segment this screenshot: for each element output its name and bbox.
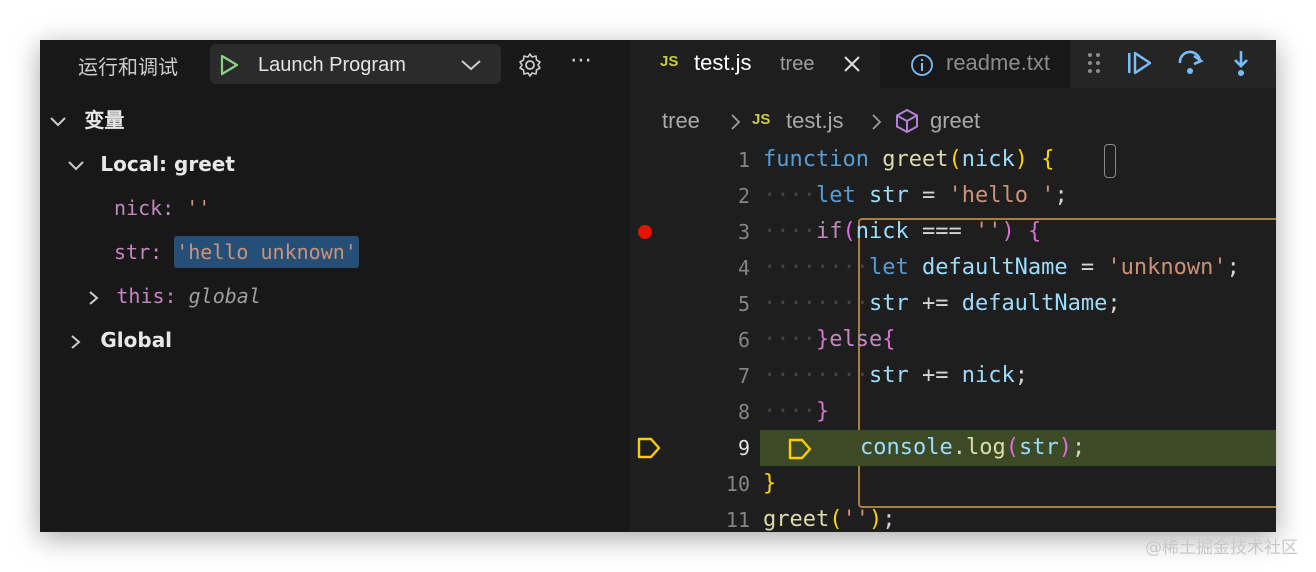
variable-name: this [116, 284, 165, 308]
breadcrumb: tree JS test.js greet [630, 102, 1276, 138]
tab-description: tree [780, 53, 815, 75]
line-number: 9 [737, 436, 750, 460]
variable-name: nick [114, 196, 163, 220]
code-text: } [763, 471, 777, 496]
code-text: ····}else{ [763, 327, 896, 352]
scope-local[interactable]: Local: greet [66, 146, 235, 182]
line-number: 5 [737, 292, 750, 316]
chevron-right-icon [71, 334, 81, 349]
line-number: 10 [725, 472, 750, 496]
code-line[interactable]: 11 greet(''); [630, 502, 1276, 532]
drag-handle-icon[interactable] [1086, 50, 1102, 76]
line-number: 6 [737, 328, 750, 352]
scope-global[interactable]: Global [66, 322, 172, 358]
tab-test-js[interactable]: JS test.js tree [630, 40, 880, 88]
breadcrumb-folder[interactable]: tree [662, 108, 700, 134]
code-line[interactable]: 8 ····} [630, 394, 1276, 430]
chevron-right-icon [872, 114, 882, 130]
line-number: 4 [737, 256, 750, 280]
launch-config-select[interactable]: Launch Program [210, 44, 501, 84]
watermark: @稀土掘金技术社区 [1145, 538, 1298, 558]
line-number: 8 [737, 400, 750, 424]
scope-global-label: Global [100, 328, 173, 352]
breadcrumb-file[interactable]: test.js [786, 108, 843, 134]
code-text: ····} [763, 399, 830, 424]
chevron-down-icon [50, 116, 66, 126]
vscode-window: 运行和调试 Launch Program ⋯ 变量 Local: greet n… [40, 40, 1276, 532]
code-text: console.log(str); [860, 435, 1086, 460]
code-line[interactable]: 3 ····if(nick === '') { [630, 214, 1276, 250]
code-text: ····if(nick === '') { [763, 219, 1042, 244]
variable-value-highlighted: 'hello unknown' [174, 236, 359, 268]
code-line[interactable]: 6 ····}else{ [630, 322, 1276, 358]
code-line[interactable]: 10 } [630, 466, 1276, 502]
code-text: ····let str = 'hello '; [763, 183, 1068, 208]
tab-label: test.js [694, 50, 752, 75]
inline-debug-arrow-icon [788, 438, 812, 460]
code-text: greet(''); [763, 507, 896, 532]
code-text: ········str += nick; [763, 363, 1028, 388]
chevron-down-icon [68, 160, 84, 170]
debug-header: 运行和调试 Launch Program ⋯ [40, 40, 630, 88]
scope-local-label: Local: greet [100, 152, 235, 176]
tab-bar: JS test.js tree readme.txt [630, 40, 1276, 88]
play-icon[interactable] [218, 54, 240, 76]
line-number: 7 [737, 364, 750, 388]
method-cube-icon [896, 108, 918, 134]
code-editor[interactable]: 1 function greet(nick) { 2 ····let str =… [630, 142, 1276, 532]
variables-label: 变量 [84, 108, 125, 132]
code-text: ········str += defaultName; [763, 291, 1121, 316]
debug-sidebar: 运行和调试 Launch Program ⋯ 变量 Local: greet n… [40, 40, 630, 532]
chevron-right-icon [89, 290, 99, 305]
variables-section-header[interactable]: 变量 [48, 102, 124, 138]
launch-config-label: Launch Program [258, 54, 406, 76]
variable-row[interactable]: nick: '' [114, 190, 210, 226]
step-over-icon[interactable] [1175, 48, 1205, 78]
debug-title: 运行和调试 [78, 55, 178, 79]
editor-area: JS test.js tree readme.txt tree JS test.… [630, 40, 1276, 532]
continue-icon[interactable] [1124, 48, 1154, 78]
js-file-icon: JS [752, 111, 771, 128]
close-icon[interactable] [842, 54, 862, 74]
variable-row[interactable]: this: global [84, 278, 261, 314]
chevron-right-icon [731, 114, 741, 130]
tab-label: readme.txt [946, 50, 1050, 75]
variable-value: '' [186, 196, 211, 220]
code-line[interactable]: 4 ········let defaultName = 'unknown'; [630, 250, 1276, 286]
variable-name: str [114, 240, 151, 264]
code-line[interactable]: 2 ····let str = 'hello '; [630, 178, 1276, 214]
variable-row[interactable]: str: 'hello unknown' [114, 234, 359, 270]
line-number: 11 [725, 508, 750, 532]
gear-icon[interactable] [517, 52, 543, 78]
line-number: 1 [737, 148, 750, 172]
code-line[interactable]: 7 ········str += nick; [630, 358, 1276, 394]
code-text: function greet(nick) { [763, 147, 1055, 172]
line-number: 2 [737, 184, 750, 208]
code-line[interactable]: 1 function greet(nick) { [630, 142, 1276, 178]
chevron-down-icon[interactable] [460, 57, 482, 73]
step-into-icon[interactable] [1226, 48, 1256, 78]
more-actions-icon[interactable]: ⋯ [570, 48, 593, 73]
js-file-icon: JS [660, 53, 679, 70]
breadcrumb-symbol[interactable]: greet [930, 108, 980, 134]
line-number: 3 [737, 220, 750, 244]
code-line[interactable]: 5 ········str += defaultName; [630, 286, 1276, 322]
debug-toolbar [1070, 40, 1276, 88]
info-icon [911, 54, 933, 76]
code-line-current[interactable]: 9 console.log(str); [630, 430, 1276, 466]
variable-value: global [188, 284, 261, 308]
code-text: ········let defaultName = 'unknown'; [763, 255, 1240, 280]
